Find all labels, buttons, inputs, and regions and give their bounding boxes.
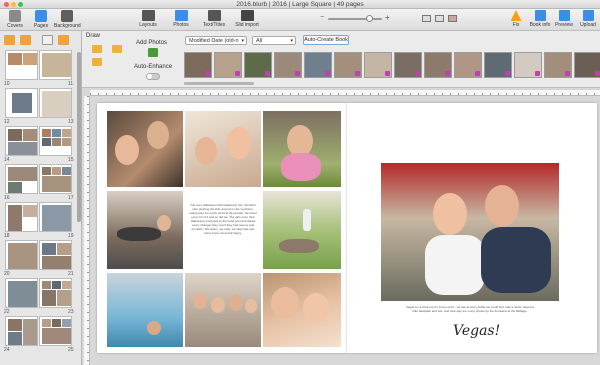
photo-panel: Draw Add Photos Auto-Enhance Modified Da… (82, 31, 600, 88)
photo-strip[interactable] (184, 52, 600, 80)
covers-icon (9, 10, 21, 22)
photo-thumbnail[interactable] (544, 52, 572, 78)
preview-icon (558, 10, 570, 21)
horizontal-ruler (90, 90, 600, 96)
draw-tool-2-icon[interactable] (112, 45, 122, 53)
pages-tab[interactable]: Pages (28, 10, 54, 29)
photo-frame[interactable] (381, 163, 559, 301)
left-panel: Covers Pages Background 10 11 12 13 14 1… (0, 9, 82, 365)
add-photos-label[interactable]: Add Photos (136, 40, 167, 46)
photo-frame[interactable] (185, 273, 261, 347)
zoom-out-icon[interactable]: − (320, 14, 324, 21)
photo-thumbnail[interactable] (304, 52, 332, 78)
photo-thumbnail[interactable] (274, 52, 302, 78)
photo-thumbnail[interactable] (244, 52, 272, 78)
auto-enhance-label: Auto-Enhance (134, 64, 173, 70)
upload-button[interactable]: Upload (576, 10, 600, 28)
window-title: 2016.blurb | 2016 | Large Square | 49 pa… (236, 1, 364, 8)
photos-icon (174, 10, 188, 21)
photo-strip-scrollbar[interactable] (184, 82, 254, 85)
zoom-knob[interactable] (366, 15, 373, 22)
photo-thumbnail[interactable] (394, 52, 422, 78)
photo-frame[interactable] (107, 191, 183, 269)
vertical-ruler (84, 96, 90, 365)
photo-thumbnail[interactable] (364, 52, 392, 78)
story-text[interactable]: Trip over Halloween fall break/early Jan… (189, 203, 257, 235)
main-toolbar: Layouts Photos Text/Titles Slid import −… (82, 9, 600, 31)
signature-text[interactable]: Vegas! (453, 323, 500, 339)
page-thumbnails[interactable]: 10 11 12 13 14 15 16 17 18 19 20 21 22 2… (0, 50, 82, 365)
spread-thumbnail[interactable] (3, 164, 75, 194)
import-icon (240, 10, 254, 21)
auto-create-book-button[interactable]: Auto-Create Book (303, 35, 349, 45)
layouts-button[interactable]: Layouts (134, 10, 162, 28)
spread-thumbnail[interactable] (3, 278, 75, 308)
photo-caption[interactable]: Vegas for a work trip for Jonny and I - … (403, 305, 537, 313)
photo-frame[interactable] (107, 273, 183, 347)
spread-thumbnail[interactable] (3, 126, 75, 156)
zoom-in-icon[interactable]: + (385, 13, 390, 22)
fix-button[interactable]: Fix (504, 10, 528, 28)
right-page[interactable]: Vegas for a work trip for Jonny and I - … (347, 103, 597, 353)
photos-button[interactable]: Photos (167, 10, 195, 28)
add-photos-icon[interactable] (148, 48, 158, 57)
background-tab[interactable]: Background (54, 10, 81, 29)
photo-frame[interactable] (263, 191, 341, 269)
thumbnail-scrollbar[interactable] (77, 52, 81, 352)
add-spread-icon[interactable] (20, 35, 31, 45)
draw-tool-3-icon[interactable] (92, 58, 102, 66)
photo-thumbnail[interactable] (214, 52, 242, 78)
view-grid-icon[interactable] (448, 15, 457, 22)
photo-thumbnail[interactable] (454, 52, 482, 78)
preview-button[interactable]: Preview (552, 10, 576, 28)
spread-thumbnail[interactable] (3, 240, 75, 270)
photo-thumbnail[interactable] (484, 52, 512, 78)
covers-tab[interactable]: Covers (2, 10, 28, 29)
text-titles-button[interactable]: Text/Titles (200, 10, 228, 28)
info-icon (534, 10, 546, 21)
spread-thumbnail[interactable] (3, 88, 75, 118)
background-icon (61, 10, 73, 22)
page-actions (0, 32, 82, 48)
warning-icon (510, 10, 522, 21)
photo-thumbnail[interactable] (514, 52, 542, 78)
upload-icon (582, 10, 594, 21)
photo-frame[interactable] (185, 111, 261, 187)
view-spread-icon[interactable] (435, 15, 444, 22)
duplicate-page-icon[interactable] (42, 35, 53, 45)
spread-thumbnail[interactable] (3, 202, 75, 232)
delete-page-icon[interactable] (58, 35, 69, 45)
photo-frame[interactable] (107, 111, 183, 187)
zoom-slider[interactable]: − + (320, 13, 410, 23)
left-page[interactable]: Trip over Halloween fall break/early Jan… (97, 103, 347, 353)
title-bar: 2016.blurb | 2016 | Large Square | 49 pa… (0, 0, 600, 9)
photo-frame[interactable] (263, 111, 341, 187)
add-page-icon[interactable] (4, 35, 15, 45)
book-info-button[interactable]: Book info (528, 10, 552, 28)
view-single-icon[interactable] (422, 15, 431, 22)
sort-select[interactable]: Modified Date (old-n ▾ (185, 36, 247, 45)
layouts-icon (141, 10, 155, 21)
auto-enhance-toggle[interactable] (146, 73, 160, 80)
left-panel-toolbar: Covers Pages Background (0, 9, 82, 31)
photo-thumbnail[interactable] (424, 52, 452, 78)
photo-thumbnail[interactable] (574, 52, 600, 78)
photo-thumbnail[interactable] (184, 52, 212, 78)
filter-select[interactable]: All ▾ (252, 36, 296, 45)
spread-thumbnail[interactable] (3, 316, 75, 346)
draw-tool-icon[interactable] (92, 45, 102, 53)
draw-label: Draw (86, 33, 101, 39)
photo-frame[interactable] (263, 273, 341, 347)
slide-import-button[interactable]: Slid import (233, 10, 261, 28)
photo-thumbnail[interactable] (334, 52, 362, 78)
pages-icon (35, 10, 47, 22)
spread-thumbnail[interactable] (3, 50, 75, 80)
text-icon (207, 10, 221, 21)
